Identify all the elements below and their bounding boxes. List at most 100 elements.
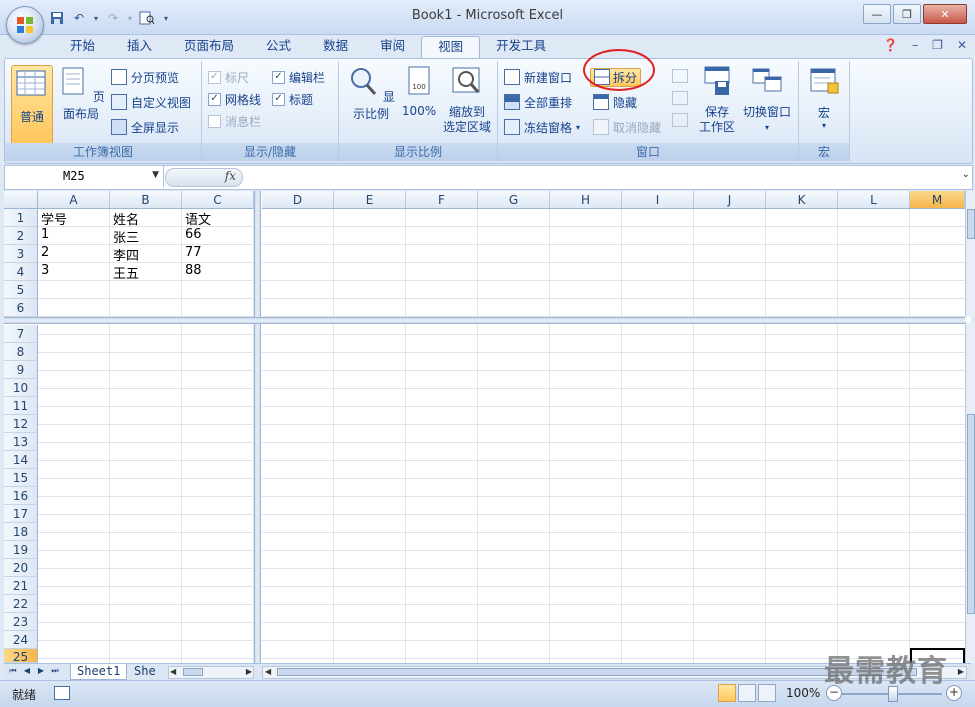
unhide-window-button[interactable]: 取消隐藏 <box>593 117 661 137</box>
expand-formula-bar-icon[interactable]: ⌄ <box>962 169 970 180</box>
hide-window-button[interactable]: 隐藏 <box>593 92 637 112</box>
row-header[interactable]: 20 <box>4 559 38 577</box>
column-header-h[interactable]: H <box>550 191 622 209</box>
column-header-c[interactable]: C <box>182 191 254 209</box>
cell-b2[interactable]: 张三 <box>110 227 139 246</box>
row-header[interactable]: 4 <box>4 263 38 281</box>
zoom-percentage[interactable]: 100% <box>786 686 820 700</box>
row-header[interactable]: 8 <box>4 343 38 361</box>
page-layout-view-button[interactable]: 页面布局 <box>55 65 107 122</box>
tab-formulas[interactable]: 公式 <box>250 36 307 58</box>
select-all-corner[interactable] <box>4 191 38 209</box>
zoom-button[interactable]: 显示比例 <box>343 65 399 122</box>
scroll-thumb-bottom[interactable] <box>967 414 975 614</box>
headings-checkbox[interactable]: ✓ 标题 <box>272 89 313 109</box>
column-header-e[interactable]: E <box>334 191 406 209</box>
column-header-j[interactable]: J <box>694 191 766 209</box>
cell-c3[interactable]: 77 <box>182 245 202 260</box>
bottom-vertical-scrollbar[interactable] <box>965 322 975 663</box>
arrange-all-button[interactable]: 全部重排 <box>504 92 572 112</box>
hscroll-thumb-left[interactable] <box>183 668 203 676</box>
column-header-g[interactable]: G <box>478 191 550 209</box>
tab-review[interactable]: 审阅 <box>364 36 421 58</box>
row-header-selected[interactable]: 25 <box>4 649 38 664</box>
restore-icon[interactable]: ❐ <box>893 4 921 24</box>
zoom-to-selection-button[interactable]: 缩放到 选定区域 <box>439 65 495 135</box>
cell-b1[interactable]: 姓名 <box>110 209 139 228</box>
page-break-preview-button[interactable]: 分页预览 <box>111 67 179 87</box>
close-icon[interactable]: ✕ <box>923 4 967 24</box>
save-workspace-button[interactable]: 保存 工作区 <box>696 65 738 135</box>
reset-window-position-icon[interactable] <box>672 113 688 127</box>
name-box-dropdown-icon[interactable]: ▼ <box>152 170 159 180</box>
custom-views-button[interactable]: 自定义视图 <box>111 92 191 112</box>
tab-developer[interactable]: 开发工具 <box>480 36 562 58</box>
hscroll-left-arrow-icon[interactable]: ◀ <box>170 667 176 676</box>
cell-c1[interactable]: 语文 <box>182 209 211 228</box>
cell-b3[interactable]: 李四 <box>110 245 139 264</box>
row-header[interactable]: 23 <box>4 613 38 631</box>
row-header[interactable]: 14 <box>4 451 38 469</box>
formula-bar-checkbox[interactable]: ✓ 编辑栏 <box>272 67 325 87</box>
synchronous-scrolling-icon[interactable] <box>672 91 688 105</box>
column-header-i[interactable]: I <box>622 191 694 209</box>
hscroll-right-arrow-icon-2[interactable]: ▶ <box>958 667 964 676</box>
cell-c2[interactable]: 66 <box>182 227 202 242</box>
row-header[interactable]: 16 <box>4 487 38 505</box>
workbook-minimize-icon[interactable]: – <box>912 38 918 52</box>
sheet-tab-2[interactable]: She <box>128 664 162 679</box>
first-sheet-icon[interactable]: ⏮ <box>8 665 18 677</box>
row-header[interactable]: 1 <box>4 209 38 227</box>
new-window-button[interactable]: 新建窗口 <box>504 67 572 87</box>
scroll-thumb-top[interactable] <box>967 209 975 239</box>
row-header[interactable]: 9 <box>4 361 38 379</box>
row-header[interactable]: 12 <box>4 415 38 433</box>
horizontal-split-bar[interactable] <box>4 317 965 324</box>
row-header[interactable]: 24 <box>4 631 38 649</box>
office-button[interactable] <box>6 6 44 44</box>
tab-data[interactable]: 数据 <box>307 36 364 58</box>
hscroll-thumb-right[interactable] <box>277 668 917 676</box>
next-sheet-icon[interactable]: ▶ <box>36 665 46 677</box>
hscroll-right-arrow-icon[interactable]: ▶ <box>246 667 252 676</box>
row-header[interactable]: 6 <box>4 299 38 317</box>
cell-a1[interactable]: 学号 <box>38 209 67 228</box>
switch-windows-button[interactable]: 切换窗口 ▾ <box>738 65 796 135</box>
tab-insert[interactable]: 插入 <box>111 36 168 58</box>
macros-button[interactable]: 宏 ▾ <box>805 65 843 130</box>
column-header-k[interactable]: K <box>766 191 838 209</box>
formula-input[interactable] <box>245 169 956 185</box>
row-header[interactable]: 11 <box>4 397 38 415</box>
zoom-100-button[interactable]: 100 100% <box>399 65 439 118</box>
page-break-status-icon[interactable] <box>758 684 776 702</box>
column-header-m[interactable]: M <box>910 191 965 209</box>
row-header[interactable]: 5 <box>4 281 38 299</box>
ruler-checkbox[interactable]: ✓ 标尺 <box>208 67 249 87</box>
freeze-panes-button[interactable]: 冻结窗格 ▾ <box>504 117 580 137</box>
row-header[interactable]: 19 <box>4 541 38 559</box>
normal-view-button[interactable]: 普通 <box>11 65 53 145</box>
message-bar-checkbox[interactable]: 消息栏 <box>208 111 261 131</box>
left-horizontal-scrollbar[interactable]: ◀ ▶ <box>168 666 254 679</box>
workbook-close-icon[interactable]: ✕ <box>957 38 967 52</box>
workbook-restore-icon[interactable]: ❐ <box>932 38 943 52</box>
last-sheet-icon[interactable]: ⏭ <box>50 665 60 677</box>
row-header[interactable]: 10 <box>4 379 38 397</box>
column-header-f[interactable]: F <box>406 191 478 209</box>
cell-a3[interactable]: 2 <box>38 245 49 260</box>
tab-page-layout[interactable]: 页面布局 <box>168 36 250 58</box>
row-header[interactable]: 18 <box>4 523 38 541</box>
cell-c4[interactable]: 88 <box>182 263 202 278</box>
row-header[interactable]: 15 <box>4 469 38 487</box>
row-header[interactable]: 3 <box>4 245 38 263</box>
help-icon[interactable]: ❓ <box>883 38 898 52</box>
gridlines-checkbox[interactable]: ✓ 网格线 <box>208 89 261 109</box>
cell-b4[interactable]: 王五 <box>110 263 139 282</box>
prev-sheet-icon[interactable]: ◀ <box>22 665 32 677</box>
name-box[interactable]: M25 ▼ <box>5 166 164 187</box>
tab-home[interactable]: 开始 <box>54 36 111 58</box>
row-header[interactable]: 22 <box>4 595 38 613</box>
insert-function-icon[interactable]: fx <box>225 169 236 183</box>
row-header[interactable]: 2 <box>4 227 38 245</box>
worksheet-grid[interactable]: A B C D E F G H I J K L M 1 2 3 4 5 6 7 … <box>4 191 975 664</box>
